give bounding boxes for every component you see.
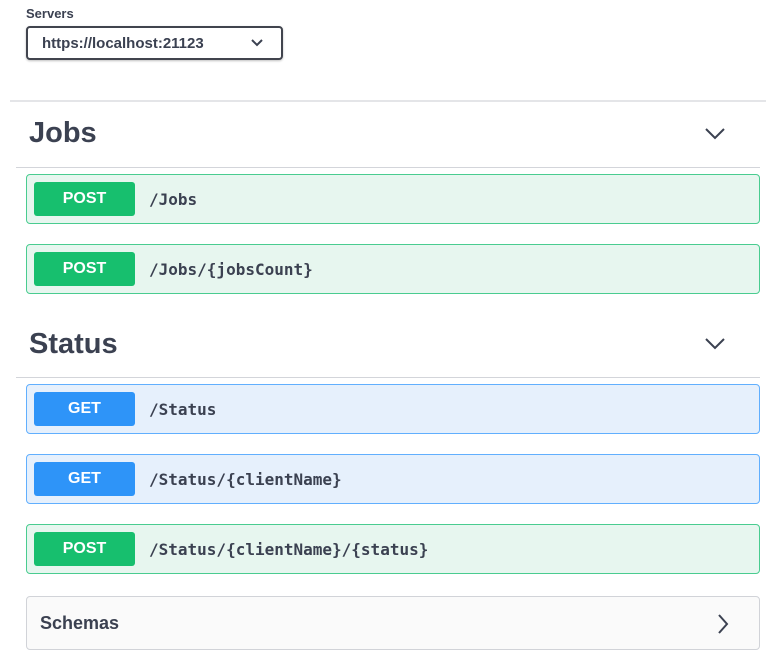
method-badge: POST bbox=[34, 252, 135, 286]
operation-post-jobs-count[interactable]: POST /Jobs/{jobsCount} bbox=[26, 244, 760, 294]
chevron-down-icon[interactable] bbox=[704, 127, 726, 141]
operation-path: /Status/{clientName} bbox=[149, 469, 342, 489]
server-select[interactable]: https://localhost:21123 bbox=[26, 26, 283, 60]
operation-post-status-client-status[interactable]: POST /Status/{clientName}/{status} bbox=[26, 524, 760, 574]
section-header-status[interactable]: Status bbox=[16, 313, 760, 378]
section-title-jobs: Jobs bbox=[29, 117, 97, 149]
operation-post-jobs[interactable]: POST /Jobs bbox=[26, 174, 760, 224]
schemas-label: Schemas bbox=[40, 612, 120, 633]
chevron-down-icon[interactable] bbox=[704, 337, 726, 351]
operation-get-status[interactable]: GET /Status bbox=[26, 384, 760, 434]
chevron-down-icon bbox=[251, 39, 263, 47]
operation-path: /Jobs/{jobsCount} bbox=[149, 259, 313, 279]
chevron-right-icon[interactable] bbox=[717, 613, 729, 635]
method-badge: POST bbox=[34, 532, 135, 566]
operation-get-status-client[interactable]: GET /Status/{clientName} bbox=[26, 454, 760, 504]
servers-label: Servers bbox=[26, 6, 74, 21]
operation-path: /Status/{clientName}/{status} bbox=[149, 539, 429, 559]
method-badge: GET bbox=[34, 462, 135, 496]
section-title-status: Status bbox=[29, 328, 118, 360]
swagger-page: Servers https://localhost:21123 Jobs POS… bbox=[0, 0, 766, 657]
method-badge: POST bbox=[34, 182, 135, 216]
section-header-jobs[interactable]: Jobs bbox=[16, 103, 760, 168]
schemas-section[interactable]: Schemas bbox=[26, 596, 760, 650]
server-select-value: https://localhost:21123 bbox=[42, 34, 204, 52]
operation-path: /Jobs bbox=[149, 189, 198, 209]
method-badge: GET bbox=[34, 392, 135, 426]
operation-path: /Status bbox=[149, 399, 217, 419]
